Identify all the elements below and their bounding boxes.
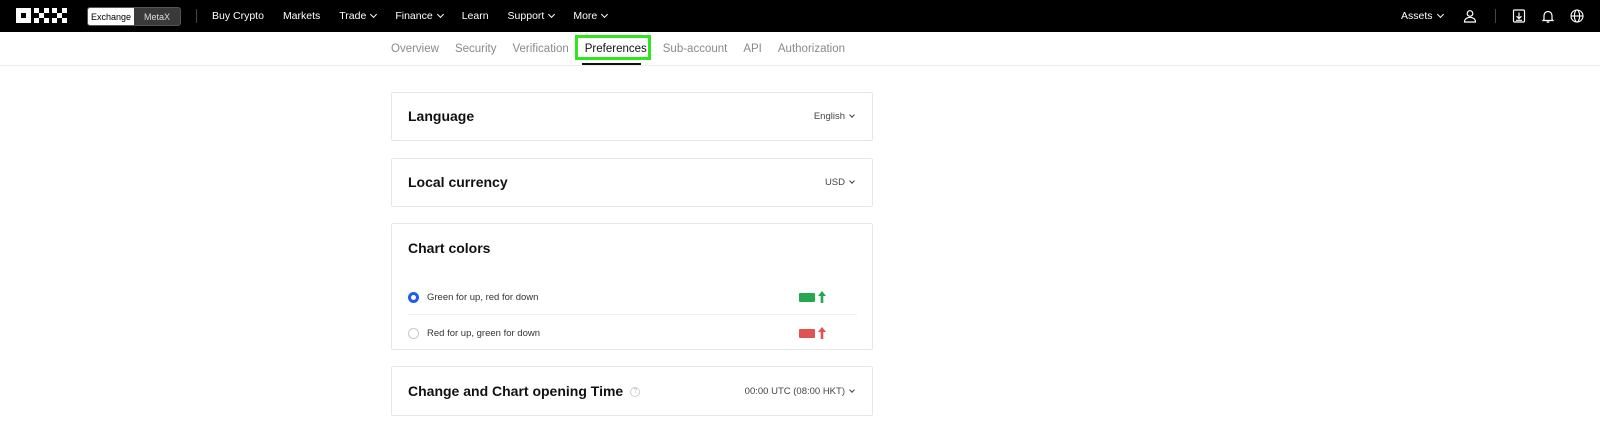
local-currency-card: Local currency USD: [391, 158, 873, 207]
green-swatch: [799, 293, 815, 302]
chart-colors-card: Chart colors Green for up, red for down …: [391, 223, 873, 350]
arrow-up-icon: [818, 291, 826, 303]
chart-color-option-red-up[interactable]: Red for up, green for down: [408, 315, 857, 351]
chart-colors-title: Chart colors: [408, 240, 491, 256]
nav-support[interactable]: Support: [508, 10, 556, 22]
chevron-down-icon: [1436, 10, 1444, 19]
nav-divider: [196, 9, 197, 23]
opening-time-select[interactable]: 00:00 UTC (08:00 HKT): [745, 386, 855, 397]
exchange-toggle-button[interactable]: Exchange: [88, 8, 134, 25]
okx-logo[interactable]: [16, 8, 70, 23]
language-select[interactable]: English: [814, 111, 855, 122]
main-nav-links: Buy Crypto Markets Trade Finance Learn S…: [212, 0, 626, 32]
radio-unselected[interactable]: [408, 327, 419, 339]
globe-icon[interactable]: [1569, 8, 1585, 24]
bell-icon[interactable]: [1540, 8, 1556, 24]
currency-select[interactable]: USD: [825, 177, 855, 188]
tab-authorization[interactable]: Authorization: [778, 43, 845, 55]
arrow-up-icon: [818, 327, 826, 339]
tab-preferences[interactable]: Preferences: [585, 43, 647, 55]
nav-learn[interactable]: Learn: [462, 10, 489, 22]
chevron-down-icon: [548, 10, 556, 19]
language-card: Language English: [391, 92, 873, 141]
account-tabs: Overview Security Verification Preferenc…: [391, 32, 861, 65]
nav-finance[interactable]: Finance: [395, 10, 444, 22]
red-swatch: [799, 329, 815, 338]
nav-more[interactable]: More: [573, 10, 609, 22]
nav-trade[interactable]: Trade: [339, 10, 378, 22]
exchange-metax-toggle: Exchange MetaX: [87, 7, 181, 26]
local-currency-title: Local currency: [408, 174, 508, 190]
tab-overview[interactable]: Overview: [391, 43, 439, 55]
opening-time-card: Change and Chart opening Time? 00:00 UTC…: [391, 366, 873, 416]
metax-toggle-button[interactable]: MetaX: [134, 8, 180, 25]
top-navigation-bar: Exchange MetaX Buy Crypto Markets Trade …: [0, 0, 1600, 32]
help-icon[interactable]: ?: [630, 387, 641, 398]
assets-menu[interactable]: Assets: [1401, 10, 1444, 22]
nav-buy-crypto[interactable]: Buy Crypto: [212, 10, 264, 22]
chart-color-option-green-up[interactable]: Green for up, red for down: [408, 279, 857, 315]
tab-api[interactable]: API: [743, 43, 762, 55]
nav-markets[interactable]: Markets: [283, 10, 320, 22]
chevron-down-icon: [849, 387, 855, 393]
user-icon[interactable]: [1462, 8, 1478, 24]
tab-verification[interactable]: Verification: [512, 43, 568, 55]
chevron-down-icon: [436, 10, 444, 19]
chevron-down-icon: [370, 10, 378, 19]
chevron-down-icon: [849, 112, 855, 118]
tab-security[interactable]: Security: [455, 43, 497, 55]
tabs-divider: [0, 65, 1600, 66]
nav-divider: [1495, 9, 1496, 23]
tab-sub-account[interactable]: Sub-account: [663, 43, 728, 55]
chevron-down-icon: [601, 10, 609, 19]
download-icon[interactable]: [1511, 8, 1527, 24]
language-title: Language: [408, 108, 475, 124]
opening-time-title: Change and Chart opening Time?: [408, 383, 641, 399]
radio-selected[interactable]: [408, 291, 419, 303]
chevron-down-icon: [849, 178, 855, 184]
